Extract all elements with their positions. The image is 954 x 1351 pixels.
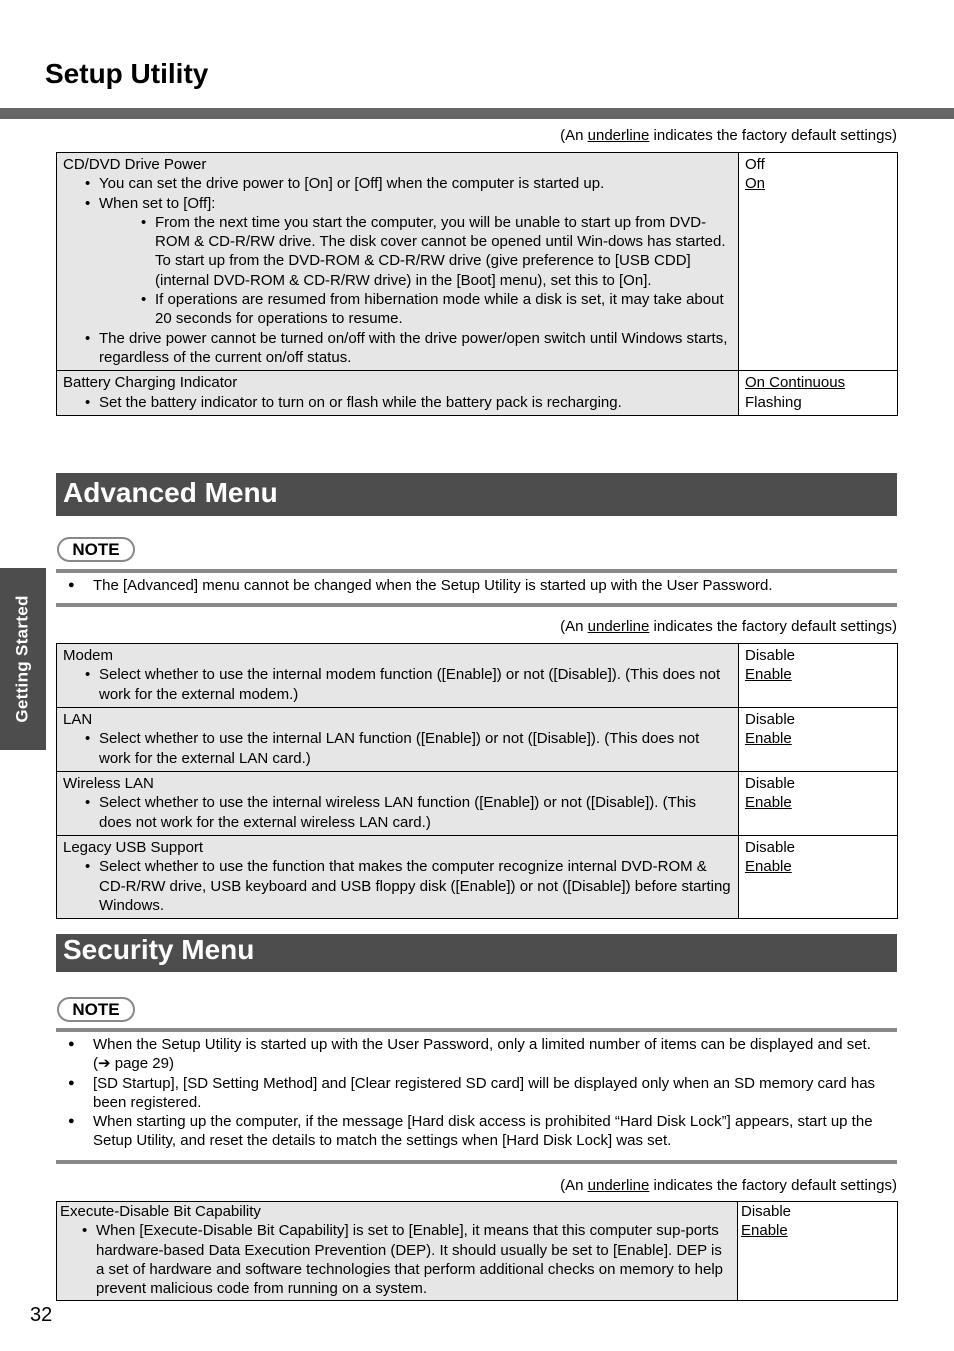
setting-options: Disable Enable bbox=[738, 771, 898, 836]
option-enable-default: Enable bbox=[745, 730, 792, 748]
setting-options: On Continuous Flashing bbox=[738, 370, 898, 416]
note-item: The [Advanced] menu cannot be changed wh… bbox=[68, 576, 888, 596]
option-on-continuous-default: On Continuous bbox=[745, 374, 846, 392]
setting-title: CD/DVD Drive Power bbox=[63, 156, 207, 173]
option-on-default: On bbox=[745, 175, 766, 193]
setting-options: Disable Enable bbox=[738, 707, 898, 772]
option-enable-default: Enable bbox=[745, 858, 792, 876]
setting-title: Legacy USB Support bbox=[63, 839, 204, 856]
bullet-item: When [Execute-Disable Bit Capability] is… bbox=[82, 1221, 729, 1298]
setting-options: Disable Enable bbox=[738, 834, 898, 920]
option-disable: Disable bbox=[745, 711, 796, 728]
security-settings-table: Execute-Disable Bit Capability When [Exe… bbox=[56, 1200, 898, 1302]
setting-description: CD/DVD Drive Power You can set the drive… bbox=[56, 151, 739, 372]
bullet-item: Select whether to use the internal modem… bbox=[85, 665, 732, 704]
advanced-menu-header: Advanced Menu bbox=[56, 473, 897, 516]
setting-title: Execute-Disable Bit Capability bbox=[60, 1203, 261, 1220]
default-legend: (An underline indicates the factory defa… bbox=[560, 1177, 897, 1194]
advanced-settings-table: Modem Select whether to use the internal… bbox=[56, 643, 898, 920]
setting-description: Modem Select whether to use the internal… bbox=[56, 643, 739, 708]
option-disable: Disable bbox=[745, 775, 796, 792]
sub-bullet-item: If operations are resumed from hibernati… bbox=[141, 290, 732, 329]
setting-description: Execute-Disable Bit Capability When [Exe… bbox=[56, 1200, 738, 1302]
advanced-note-list: The [Advanced] menu cannot be changed wh… bbox=[68, 576, 888, 596]
sub-bullet-item: From the next time you start the compute… bbox=[141, 213, 732, 290]
setting-description: Wireless LAN Select whether to use the i… bbox=[56, 771, 739, 836]
bullet-item: Set the battery indicator to turn on or … bbox=[85, 393, 732, 413]
table-row-execute-disable-bit: Execute-Disable Bit Capability When [Exe… bbox=[56, 1200, 898, 1302]
note-top-bar bbox=[56, 569, 897, 573]
page-number: 32 bbox=[30, 1304, 53, 1326]
setting-title: Modem bbox=[63, 647, 114, 664]
setting-description: Legacy USB Support Select whether to use… bbox=[56, 834, 739, 920]
note-item: [SD Startup], [SD Setting Method] and [C… bbox=[68, 1074, 888, 1113]
security-menu-header: Security Menu bbox=[56, 934, 897, 972]
bullet-item: The drive power cannot be turned on/off … bbox=[85, 329, 732, 368]
option-flashing: Flashing bbox=[745, 393, 802, 411]
side-tab-label: Getting Started bbox=[13, 595, 33, 723]
table-row-cd-dvd-drive-power: CD/DVD Drive Power You can set the drive… bbox=[56, 151, 898, 372]
note-top-bar bbox=[56, 1028, 897, 1032]
side-tab-getting-started: Getting Started bbox=[0, 568, 46, 750]
table-row-legacy-usb-support: Legacy USB Support Select whether to use… bbox=[56, 834, 898, 920]
table-row-modem: Modem Select whether to use the internal… bbox=[56, 643, 898, 708]
bullet-item: Select whether to use the internal LAN f… bbox=[85, 729, 732, 768]
page-title: Setup Utility bbox=[45, 58, 209, 89]
note-badge: NOTE bbox=[57, 997, 135, 1022]
note-bottom-bar bbox=[56, 603, 897, 607]
note-item: When starting up the computer, if the me… bbox=[68, 1112, 888, 1151]
option-enable-default: Enable bbox=[745, 794, 792, 812]
setting-description: Battery Charging Indicator Set the batte… bbox=[56, 370, 739, 416]
option-disable: Disable bbox=[741, 1203, 792, 1220]
bullet-item: When set to [Off]: bbox=[85, 194, 732, 214]
table-row-wireless-lan: Wireless LAN Select whether to use the i… bbox=[56, 771, 898, 836]
setting-title: Battery Charging Indicator bbox=[63, 374, 238, 392]
table-row-battery-charging-indicator: Battery Charging Indicator Set the batte… bbox=[56, 370, 898, 416]
default-legend: (An underline indicates the factory defa… bbox=[560, 618, 897, 635]
option-off: Off bbox=[745, 156, 765, 173]
default-legend: (An underline indicates the factory defa… bbox=[560, 127, 897, 144]
bullet-item: You can set the drive power to [On] or [… bbox=[85, 174, 732, 194]
option-disable: Disable bbox=[745, 647, 796, 664]
bullet-item: Select whether to use the internal wirel… bbox=[85, 793, 732, 832]
setting-description: LAN Select whether to use the internal L… bbox=[56, 707, 739, 772]
main-settings-table: CD/DVD Drive Power You can set the drive… bbox=[56, 151, 898, 416]
title-divider-bar bbox=[0, 108, 954, 119]
option-enable-default: Enable bbox=[741, 1222, 788, 1240]
note-item: When the Setup Utility is started up wit… bbox=[68, 1035, 888, 1074]
option-disable: Disable bbox=[745, 839, 796, 856]
setting-options: Off On bbox=[738, 151, 898, 372]
setting-options: Disable Enable bbox=[738, 643, 898, 708]
table-row-lan: LAN Select whether to use the internal L… bbox=[56, 707, 898, 772]
setting-options: Disable Enable bbox=[737, 1200, 898, 1302]
setting-title: LAN bbox=[63, 711, 93, 728]
setting-title: Wireless LAN bbox=[63, 775, 154, 792]
note-badge: NOTE bbox=[57, 537, 135, 562]
option-enable-default: Enable bbox=[745, 666, 792, 684]
note-bottom-bar bbox=[56, 1160, 897, 1164]
security-note-list: When the Setup Utility is started up wit… bbox=[68, 1035, 888, 1151]
bullet-item: Select whether to use the function that … bbox=[85, 857, 732, 915]
